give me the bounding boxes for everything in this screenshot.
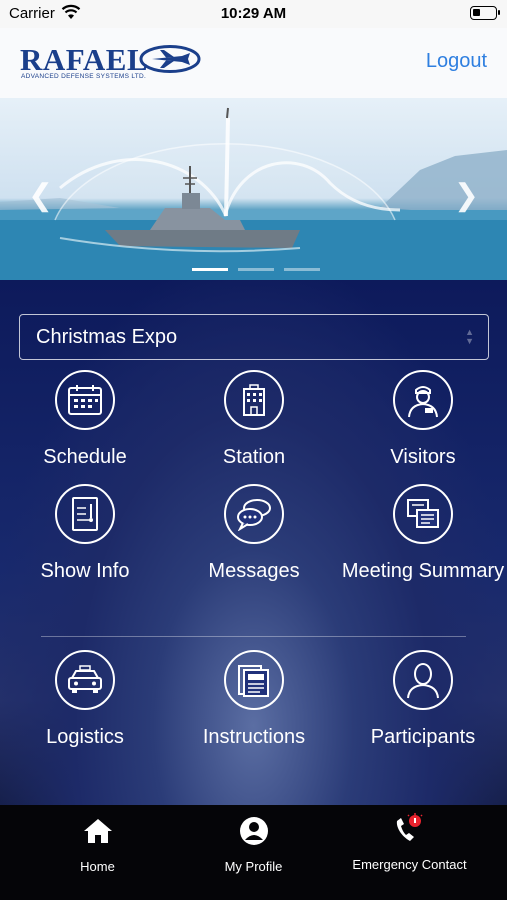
emergency-phone-icon bbox=[325, 813, 494, 845]
menu-label: Schedule bbox=[43, 446, 127, 468]
menu-label: Logistics bbox=[46, 726, 124, 748]
menu-label: Show Info bbox=[40, 560, 130, 582]
menu-label: Instructions bbox=[202, 726, 306, 748]
tab-home[interactable]: Home bbox=[13, 815, 182, 874]
carousel-dot[interactable] bbox=[238, 268, 274, 271]
carousel-indicator bbox=[192, 268, 320, 271]
tab-my-profile[interactable]: My Profile bbox=[169, 815, 338, 874]
battery-icon bbox=[470, 6, 500, 20]
tab-label: My Profile bbox=[224, 859, 283, 874]
visitor-icon bbox=[393, 370, 453, 430]
menu-tile-show-info[interactable]: Show Info bbox=[0, 484, 170, 583]
home-icon bbox=[13, 815, 182, 847]
carousel-dot[interactable] bbox=[284, 268, 320, 271]
building-icon bbox=[224, 370, 284, 430]
person-icon bbox=[393, 650, 453, 710]
rafael-logo: RAFAEL ADVANCED DEFENSE SYSTEMS LTD. bbox=[20, 42, 210, 86]
menu-tile-instructions[interactable]: Instructions bbox=[169, 650, 339, 749]
logo-mark-icon bbox=[139, 45, 201, 73]
event-select[interactable]: Christmas Expo ▲ ▼ bbox=[19, 314, 489, 360]
tab-bar: Home My Profile Emergency Contact bbox=[0, 805, 507, 900]
menu-label: Visitors bbox=[390, 446, 456, 468]
status-bar: Carrier 10:29 AM bbox=[0, 0, 507, 28]
menu-label: Station bbox=[222, 446, 286, 468]
next-slide-icon[interactable]: ❯ bbox=[454, 178, 479, 213]
select-arrows-icon: ▲ ▼ bbox=[465, 327, 474, 346]
menu-tile-meeting-summary[interactable]: Meeting Summary bbox=[338, 484, 507, 583]
tab-emergency-contact[interactable]: Emergency Contact bbox=[325, 813, 494, 872]
tab-label: Home bbox=[80, 859, 115, 874]
carousel-dot[interactable] bbox=[192, 268, 228, 271]
clock: 10:29 AM bbox=[220, 5, 287, 22]
menu-label: Meeting Summary bbox=[341, 560, 505, 582]
chat-icon bbox=[224, 484, 284, 544]
menu-tile-station[interactable]: Station bbox=[169, 370, 339, 469]
previous-slide-icon[interactable]: ❮ bbox=[28, 178, 53, 213]
menu-tile-schedule[interactable]: Schedule bbox=[0, 370, 170, 469]
app-header: RAFAEL ADVANCED DEFENSE SYSTEMS LTD. Log… bbox=[0, 28, 507, 98]
document-icon bbox=[55, 484, 115, 544]
warship-banner-image bbox=[0, 107, 507, 280]
menu-tile-participants[interactable]: Participants bbox=[338, 650, 507, 749]
menu-tile-visitors[interactable]: Visitors bbox=[338, 370, 507, 469]
notes-icon bbox=[393, 484, 453, 544]
menu-tile-logistics[interactable]: Logistics bbox=[0, 650, 170, 749]
menu-label: Messages bbox=[208, 560, 300, 582]
logout-button[interactable]: Logout bbox=[426, 50, 487, 73]
calendar-icon bbox=[55, 370, 115, 430]
logo-subtitle: ADVANCED DEFENSE SYSTEMS LTD. bbox=[21, 73, 147, 80]
dashboard-menu: Christmas Expo ▲ ▼ Schedule Station Visit… bbox=[0, 280, 507, 805]
banner-carousel[interactable]: ❮ ❯ bbox=[0, 98, 507, 280]
taxi-icon bbox=[55, 650, 115, 710]
profile-icon bbox=[169, 815, 338, 847]
event-select-value: Christmas Expo bbox=[36, 326, 178, 348]
menu-label: Participants bbox=[370, 726, 476, 748]
menu-tile-messages[interactable]: Messages bbox=[169, 484, 339, 583]
menu-divider bbox=[41, 636, 466, 637]
tab-label: Emergency Contact bbox=[352, 857, 467, 872]
newspaper-icon bbox=[224, 650, 284, 710]
